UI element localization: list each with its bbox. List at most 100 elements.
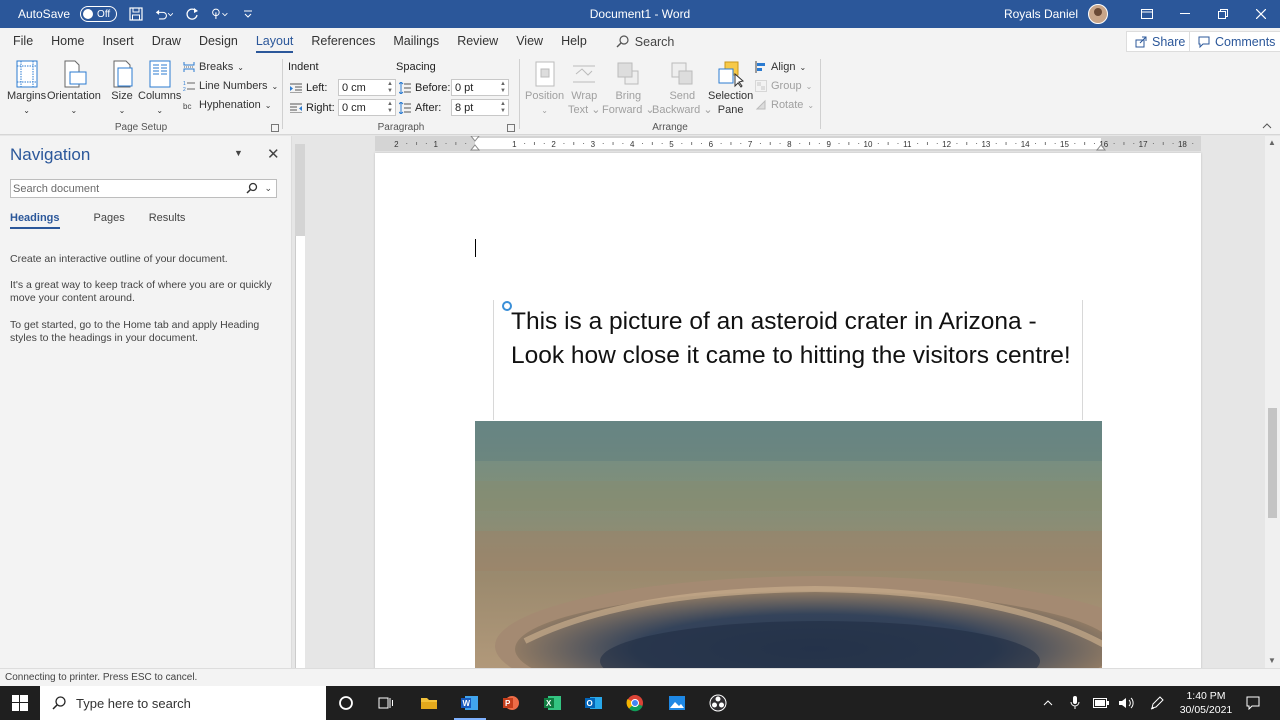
touch-mode-icon[interactable] (211, 5, 229, 23)
tab-design[interactable]: Design (190, 28, 247, 55)
close-icon[interactable]: ✕ (267, 145, 280, 163)
user-avatar[interactable] (1088, 4, 1108, 24)
ruler-tick (1074, 143, 1076, 144)
group-button[interactable]: Group ⌄ (755, 77, 812, 95)
tab-insert[interactable]: Insert (94, 28, 143, 55)
taskbar-search-input[interactable]: Type here to search (40, 686, 326, 720)
redo-icon[interactable] (183, 5, 201, 23)
margins-button[interactable]: Margins ⌄ (7, 59, 46, 117)
notification-icon[interactable] (1240, 686, 1266, 720)
line-numbers-button[interactable]: 12 Line Numbers ⌄ (183, 77, 278, 95)
align-button[interactable]: Align ⌄ (755, 58, 806, 76)
chevron-up-icon[interactable] (1035, 686, 1061, 720)
spin-arrows-icon[interactable]: ▲ ▼ (500, 81, 508, 95)
file-explorer-icon[interactable] (409, 686, 449, 720)
obs-app-icon[interactable] (698, 686, 738, 720)
hanging-indent-marker[interactable] (469, 144, 481, 151)
tab-draw[interactable]: Draw (143, 28, 190, 55)
task-view-icon[interactable] (366, 686, 406, 720)
first-line-indent-marker[interactable] (470, 136, 480, 142)
tab-help[interactable]: Help (552, 28, 596, 55)
orientation-dropdown-icon: ⌄ (70, 106, 78, 115)
document-page[interactable]: This is a picture of an asteroid crater … (375, 153, 1201, 668)
tab-home[interactable]: Home (42, 28, 93, 55)
arrange-group-label: Arrange (652, 122, 688, 133)
search-document-input[interactable]: Search document ⌄ (10, 179, 277, 198)
nav-tab-results[interactable]: Results (149, 212, 186, 224)
restore-button[interactable] (1204, 0, 1242, 28)
spin-arrows-icon[interactable]: ▲ ▼ (387, 101, 395, 115)
tab-review[interactable]: Review (448, 28, 507, 55)
rotate-button[interactable]: Rotate ⌄ (755, 96, 814, 114)
share-button[interactable]: Share (1126, 31, 1195, 52)
wrap-text-button[interactable]: Wrap Text ⌄ (568, 59, 600, 117)
share-label: Share (1152, 34, 1186, 49)
word-app-icon[interactable]: W (450, 686, 490, 720)
taskbar-clock[interactable]: 1:40 PM 30/05/2021 (1176, 689, 1236, 717)
windows-start-icon[interactable] (0, 686, 40, 720)
send-backward-button[interactable]: Send Backward ⌄ (652, 59, 713, 117)
user-name[interactable]: Royals Daniel (1004, 7, 1078, 21)
battery-icon[interactable] (1088, 686, 1114, 720)
breaks-button[interactable]: Breaks ⌄ (183, 58, 244, 76)
nav-tab-pages[interactable]: Pages (94, 212, 125, 224)
position-button[interactable]: Position ⌄ (525, 59, 564, 117)
page-setup-launcher-icon[interactable] (271, 124, 279, 132)
orientation-button[interactable]: Orientation ⌄ (47, 59, 101, 117)
pen-icon[interactable] (1144, 686, 1170, 720)
size-button[interactable]: Size ⌄ (108, 59, 136, 117)
crater-photo[interactable] (475, 421, 1102, 668)
tell-me-search[interactable]: Search (616, 35, 674, 49)
ruler-number: 3 (591, 140, 596, 149)
excel-app-icon[interactable]: X (533, 686, 573, 720)
tab-file[interactable]: File (4, 28, 42, 55)
tab-mailings[interactable]: Mailings (384, 28, 448, 55)
search-icon[interactable] (246, 182, 258, 197)
nav-tab-headings[interactable]: Headings (10, 212, 60, 229)
volume-icon[interactable] (1114, 686, 1140, 720)
photos-app-icon[interactable] (657, 686, 697, 720)
text-box-content[interactable]: This is a picture of an asteroid crater … (511, 305, 1081, 373)
size-icon (108, 59, 136, 89)
selection-pane-button[interactable]: Selection Pane (708, 59, 753, 117)
columns-button[interactable]: Columns ⌄ (138, 59, 181, 117)
indent-left-input[interactable]: 0 cm ▲ ▼ (338, 79, 396, 96)
spacing-after-input[interactable]: 8 pt ▲ ▼ (451, 99, 509, 116)
ribbon-display-options-icon[interactable] (1128, 0, 1166, 28)
outlook-app-icon[interactable]: O (574, 686, 614, 720)
paragraph-launcher-icon[interactable] (507, 124, 515, 132)
powerpoint-app-icon[interactable]: P (491, 686, 531, 720)
chevron-down-icon[interactable]: ⌄ (264, 183, 272, 194)
spacing-before-input[interactable]: 0 pt ▲ ▼ (451, 79, 509, 96)
indent-right-input[interactable]: 0 cm ▲ ▼ (338, 99, 396, 116)
chrome-app-icon[interactable] (615, 686, 655, 720)
bring-forward-button[interactable]: Bring Forward ⌄ (602, 59, 655, 117)
tab-layout[interactable]: Layout (247, 28, 303, 55)
collapse-ribbon-icon[interactable] (1262, 121, 1272, 132)
scroll-down-icon[interactable]: ▼ (1268, 656, 1276, 665)
hyphenation-button[interactable]: bc Hyphenation ⌄ (183, 96, 271, 114)
document-area[interactable]: This is a picture of an asteroid crater … (307, 151, 1265, 668)
tab-view[interactable]: View (507, 28, 552, 55)
hyphenation-icon: bc (183, 102, 191, 111)
microphone-icon[interactable] (1062, 686, 1088, 720)
ruler-tick (661, 143, 663, 144)
spin-arrows-icon[interactable]: ▲ ▼ (387, 81, 395, 95)
autosave-toggle[interactable]: Off (80, 6, 118, 22)
scrollbar-thumb[interactable] (1268, 408, 1277, 518)
close-button[interactable] (1242, 0, 1280, 28)
ruler-tick (622, 143, 624, 144)
cortana-icon[interactable] (326, 686, 366, 720)
spin-arrows-icon[interactable]: ▲ ▼ (500, 101, 508, 115)
tab-references[interactable]: References (302, 28, 384, 55)
minimize-button[interactable] (1166, 0, 1204, 28)
vertical-scrollbar[interactable]: ▲ ▼ (1265, 136, 1280, 668)
comments-button[interactable]: Comments (1189, 31, 1280, 52)
save-icon[interactable] (127, 5, 145, 23)
scroll-up-icon[interactable]: ▲ (1268, 138, 1276, 147)
customize-qat-icon[interactable] (239, 5, 257, 23)
indent-left-value: 0 cm (342, 81, 366, 94)
pane-options-icon[interactable]: ▼ (234, 148, 243, 158)
ruler-tick (583, 143, 585, 144)
undo-icon[interactable] (155, 5, 174, 23)
